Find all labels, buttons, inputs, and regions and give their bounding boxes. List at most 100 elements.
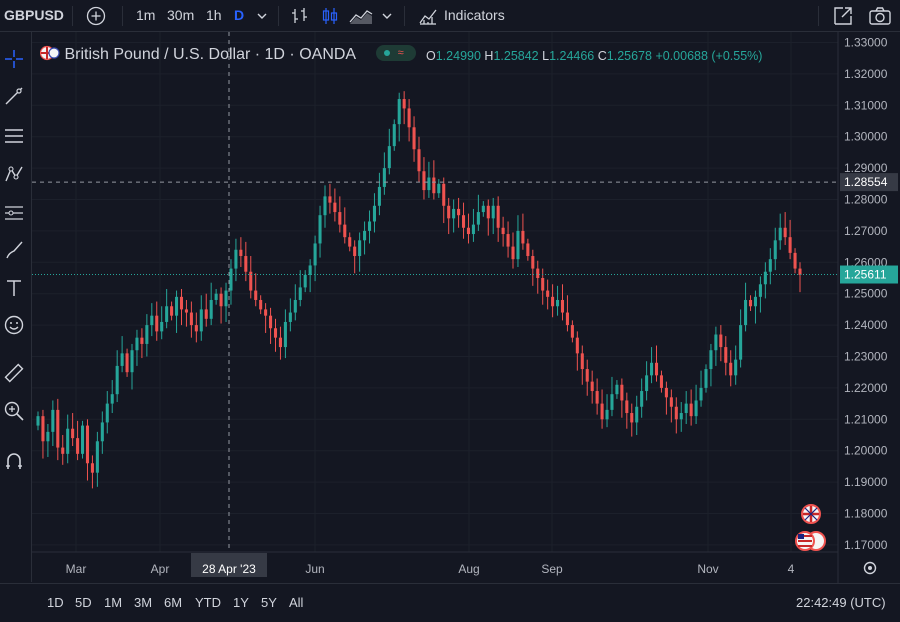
range-1y-button[interactable]: 1Y	[233, 584, 249, 618]
candle-body	[100, 422, 104, 442]
candle-body	[239, 249, 243, 257]
emoji-tool-icon[interactable]	[3, 314, 25, 336]
candle-body	[729, 362, 733, 376]
candle-body	[595, 391, 599, 404]
indicators-button[interactable]: Indicators	[444, 0, 505, 31]
interval-1m-button[interactable]: 1m	[136, 0, 155, 31]
candle-body	[768, 259, 772, 272]
range-5y-button[interactable]: 5Y	[261, 584, 277, 618]
candle-body	[778, 227, 782, 241]
price-chart[interactable]: 1.17000 1.18000 1.19000 1.20000 1.21000 1.220…	[32, 32, 900, 583]
candle-body	[748, 299, 753, 307]
candle-body	[130, 350, 134, 373]
candle-body	[635, 406, 639, 423]
chevron-down-icon[interactable]	[256, 11, 268, 21]
prediction-tool-icon[interactable]	[3, 201, 25, 223]
candle-body	[348, 237, 352, 247]
interval-1h-button[interactable]: 1h	[206, 0, 222, 31]
top-toolbar: GBPUSD 1m 30m 1h D Indicators	[0, 0, 900, 32]
high-value: 1.25842	[493, 49, 539, 63]
uk-event-flag-icon[interactable]	[801, 504, 821, 524]
candle-body	[734, 359, 738, 376]
candle-body	[199, 309, 203, 332]
fib-tool-icon[interactable]	[3, 125, 25, 147]
candle-body	[437, 183, 441, 194]
candle-body	[61, 447, 65, 454]
us-event-flag-icon[interactable]	[795, 531, 826, 551]
interval-30m-button[interactable]: 30m	[167, 0, 194, 31]
text-tool-icon[interactable]	[3, 277, 25, 299]
bar-chart-type-icon[interactable]	[290, 6, 310, 26]
price-tick-label: 1.23000	[844, 350, 888, 364]
time-tick-label: Nov	[697, 562, 718, 576]
utc-clock[interactable]: 22:42:49 (UTC)	[796, 584, 886, 618]
range-1d-button[interactable]: 1D	[47, 584, 64, 618]
candle-body	[140, 337, 144, 344]
market-status-indicator[interactable]: ≈	[375, 45, 416, 61]
candle-body	[669, 397, 673, 407]
chevron-down-icon[interactable]	[381, 11, 393, 21]
candle-body	[343, 224, 347, 238]
last-price-label: 1.25611	[844, 268, 887, 282]
candle-body	[422, 171, 426, 191]
candle-body	[605, 409, 609, 420]
candle-body	[363, 230, 367, 241]
candle-body	[551, 296, 555, 307]
price-tick-label: 1.24000	[844, 318, 888, 332]
area-chart-type-icon[interactable]	[348, 6, 374, 26]
candle-body	[684, 403, 688, 414]
range-ytd-button[interactable]: YTD	[195, 584, 221, 618]
candle-body	[392, 124, 396, 147]
magnet-tool-icon[interactable]	[3, 450, 25, 472]
trend-line-tool-icon[interactable]	[3, 85, 25, 107]
candle-body	[209, 299, 213, 319]
price-tick-label: 1.28000	[844, 193, 888, 207]
candle-body	[46, 431, 50, 442]
symbol-title: British Pound / U.S. Dollar · 1D · OANDA	[64, 46, 356, 63]
candle-body	[531, 256, 535, 269]
candle-body	[739, 325, 743, 360]
candle-body	[491, 205, 495, 219]
candles-chart-type-icon[interactable]	[320, 6, 340, 26]
candle-body	[273, 328, 278, 338]
brush-tool-icon[interactable]	[3, 239, 25, 261]
range-5d-button[interactable]: 5D	[75, 584, 92, 618]
candle-body	[41, 416, 45, 442]
candle-body	[219, 293, 223, 307]
candle-body	[407, 108, 411, 128]
interval-d-button[interactable]: D	[234, 0, 244, 31]
ruler-tool-icon[interactable]	[3, 362, 25, 384]
candle-body	[526, 243, 530, 257]
candle-body	[387, 146, 391, 169]
candle-body	[724, 347, 728, 363]
data-source-icon: ≈	[397, 47, 404, 59]
candle-body	[496, 205, 500, 228]
price-tick-label: 1.33000	[844, 36, 888, 50]
crosshair-date-label: 28 Apr '23	[202, 562, 256, 576]
price-tick-label: 1.18000	[844, 507, 888, 521]
candle-body	[511, 246, 515, 260]
symbol-search[interactable]: GBPUSD	[4, 0, 64, 31]
camera-icon[interactable]	[868, 5, 892, 27]
currency-pair-flags-icon	[39, 45, 60, 61]
candle-body	[382, 168, 386, 187]
compare-symbol-icon[interactable]	[86, 6, 106, 26]
drawing-toolbar	[0, 32, 32, 582]
range-6m-button[interactable]: 6M	[164, 584, 182, 618]
range-all-button[interactable]: All	[289, 584, 303, 618]
candle-body	[536, 268, 540, 278]
range-1m-button[interactable]: 1M	[104, 584, 122, 618]
candle-body	[427, 177, 431, 191]
zoom-in-icon[interactable]	[3, 400, 25, 422]
pattern-tool-icon[interactable]	[3, 163, 25, 185]
time-tick-label: 4	[788, 562, 795, 576]
candle-body	[763, 271, 767, 285]
candle-body	[501, 227, 505, 235]
candle-body	[170, 306, 174, 316]
range-3m-button[interactable]: 3M	[134, 584, 152, 618]
crosshair-tool-icon[interactable]	[3, 48, 25, 70]
candle-body	[145, 325, 149, 344]
candle-body	[323, 196, 327, 216]
fullscreen-icon[interactable]	[832, 5, 854, 27]
indicators-icon[interactable]	[418, 6, 438, 26]
